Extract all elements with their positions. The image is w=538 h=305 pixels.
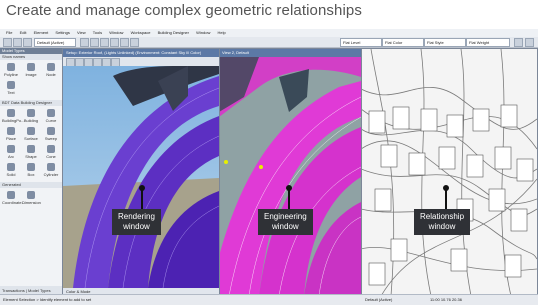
tool-sweep[interactable]: Sweep <box>42 127 60 143</box>
coordinate-system-icon <box>7 191 15 199</box>
curve-icon <box>47 109 55 117</box>
open-file-icon[interactable] <box>13 38 22 47</box>
engineering-window-title[interactable]: View 2, Default <box>219 49 361 57</box>
surface-icon <box>27 127 35 135</box>
engineering-window-label: Engineering window <box>258 209 313 235</box>
tool-polyline[interactable]: Polyline <box>2 63 20 79</box>
status-message: Element Selection > Identify element to … <box>3 297 92 302</box>
box-icon <box>27 163 35 171</box>
tool-grid-1: Polyline Image Node Text <box>0 60 62 100</box>
relationship-graph-view[interactable] <box>361 49 537 296</box>
menu-workspace[interactable]: Workspace <box>131 30 151 35</box>
menu-edit[interactable]: Edit <box>20 30 27 35</box>
menu-bar: File Edit Element Settings View Tools Wi… <box>0 29 538 37</box>
rendering-window: Setup: Exterior Roof, (Lights Unlinked) … <box>62 48 220 297</box>
relationship-window <box>360 48 538 297</box>
paste-icon[interactable] <box>120 38 129 47</box>
menu-tools[interactable]: Tools <box>93 30 102 35</box>
status-bar: Element Selection > Identify element to … <box>0 294 538 305</box>
menu-view[interactable]: View <box>77 30 86 35</box>
render-callout-line <box>141 189 143 209</box>
tool-text[interactable]: Text <box>2 81 20 97</box>
menu-settings[interactable]: Settings <box>55 30 69 35</box>
dimension-icon <box>27 191 35 199</box>
save-icon[interactable] <box>23 38 32 47</box>
rendering-viewport[interactable] <box>63 66 219 288</box>
settings-icon[interactable] <box>514 38 523 47</box>
color-combo[interactable]: Flat Color <box>382 38 424 47</box>
menu-window-2[interactable]: Window <box>196 30 210 35</box>
tool-buildingpo[interactable]: BuildingPo... <box>2 109 24 125</box>
rendering-window-label: Rendering window <box>112 209 161 235</box>
building-polygon-icon <box>7 109 15 117</box>
weight-combo[interactable]: Flat Weight <box>466 38 510 47</box>
building-icon <box>27 109 35 117</box>
tool-grid-2: BuildingPo... Building Curve Place Surfa… <box>0 106 62 182</box>
menu-window[interactable]: Window <box>109 30 123 35</box>
shape-icon <box>27 145 35 153</box>
tool-node[interactable]: Node <box>42 63 60 79</box>
menu-building-designer[interactable]: Building Designer <box>158 30 189 35</box>
copy-icon[interactable] <box>110 38 119 47</box>
cylinder-icon <box>47 163 55 171</box>
redo-icon[interactable] <box>90 38 99 47</box>
status-coordinates: 11:00 10.76 20.36 <box>430 297 462 302</box>
tool-palette: Model Types Show names Polyline Image No… <box>0 48 63 295</box>
undo-icon[interactable] <box>80 38 89 47</box>
solid-icon <box>7 163 15 171</box>
tool-coordinate[interactable]: Coordinate... <box>2 191 25 207</box>
rendering-window-title[interactable]: Setup: Exterior Roof, (Lights Unlinked) … <box>63 49 219 57</box>
engineering-model <box>219 57 361 296</box>
engineer-callout-line <box>288 189 290 209</box>
tool-cylinder[interactable]: Cylinder <box>42 163 60 179</box>
rendered-model <box>63 66 219 288</box>
main-toolbar: Default (Active) Flat Level Flat Color F… <box>0 37 538 48</box>
sweep-icon <box>47 127 55 135</box>
polyline-icon <box>7 63 15 71</box>
tool-place[interactable]: Place <box>2 127 20 143</box>
tool-dimension[interactable]: Dimension <box>22 191 41 207</box>
menu-element[interactable]: Element <box>34 30 49 35</box>
tool-image[interactable]: Image <box>22 63 40 79</box>
relationship-graph <box>361 49 537 296</box>
fence-icon[interactable] <box>130 38 139 47</box>
relationship-window-label: Relationship window <box>414 209 471 235</box>
tool-cone[interactable]: Cone <box>42 145 60 161</box>
place-icon <box>7 127 15 135</box>
active-model-combo[interactable]: Default (Active) <box>34 38 76 47</box>
tool-arc[interactable]: Arc <box>2 145 20 161</box>
tool-surface[interactable]: Surface <box>22 127 40 143</box>
relationship-callout-line <box>445 189 447 209</box>
status-model[interactable]: Default (Active) <box>365 295 392 305</box>
application-window: File Edit Element Settings View Tools Wi… <box>0 29 538 305</box>
cut-icon[interactable] <box>100 38 109 47</box>
style-combo[interactable]: Flat Style <box>424 38 466 47</box>
image-icon <box>27 63 35 71</box>
help-icon[interactable] <box>525 38 534 47</box>
tool-shape[interactable]: Shape <box>22 145 40 161</box>
new-file-icon[interactable] <box>3 38 12 47</box>
tool-grid-3: Coordinate... Dimension <box>0 188 62 210</box>
tool-box[interactable]: Box <box>22 163 40 179</box>
text-icon <box>7 81 15 89</box>
level-combo[interactable]: Flat Level <box>340 38 382 47</box>
tool-curve[interactable]: Curve <box>42 109 60 125</box>
arc-icon <box>7 145 15 153</box>
engineering-viewport[interactable] <box>219 57 361 296</box>
tool-building[interactable]: Building <box>22 109 40 125</box>
tool-solid[interactable]: Solid <box>2 163 20 179</box>
menu-file[interactable]: File <box>6 30 12 35</box>
node-icon <box>47 63 55 71</box>
menu-help[interactable]: Help <box>217 30 225 35</box>
cone-icon <box>47 145 55 153</box>
page-headline: Create and manage complex geometric rela… <box>6 2 362 19</box>
engineering-window: View 2, Default <box>218 48 362 297</box>
